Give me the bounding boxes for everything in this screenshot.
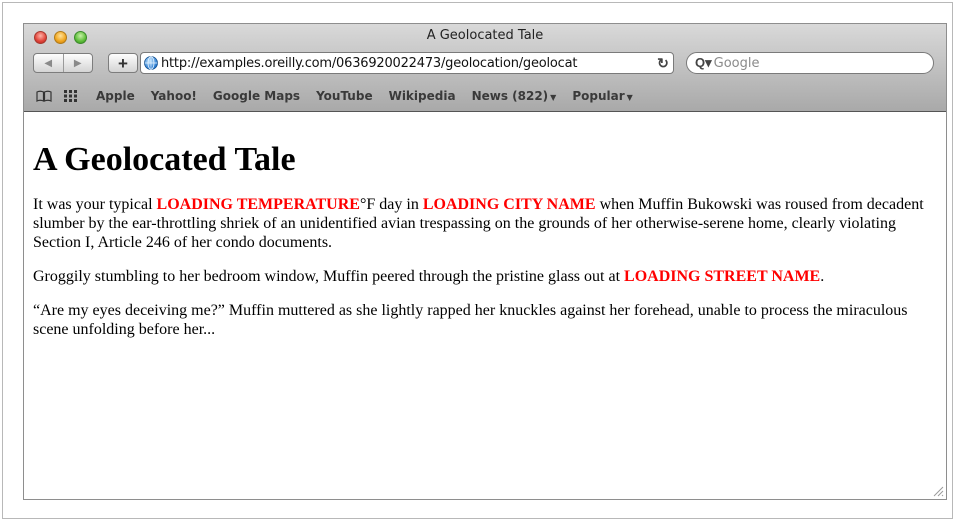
reload-icon[interactable]: ↻	[653, 55, 673, 72]
chevron-down-icon: ▼	[550, 93, 557, 102]
bookmark-yahoo[interactable]: Yahoo!	[151, 89, 197, 103]
browser-chrome: A Geolocated Tale ◀ ▶ + http://examples.…	[24, 24, 946, 112]
story-paragraph-3: “Are my eyes deceiving me?” Muffin mutte…	[33, 301, 936, 339]
loading-temperature: LOADING TEMPERATURE	[156, 196, 360, 214]
back-arrow-icon: ◀	[44, 57, 53, 69]
bookmark-news-menu[interactable]: News (822) ▼	[472, 89, 557, 103]
bookmark-youtube[interactable]: YouTube	[316, 89, 373, 103]
globe-icon	[144, 56, 158, 70]
add-bookmark-button[interactable]: +	[108, 53, 138, 73]
bookmark-popular-label: Popular	[572, 89, 625, 103]
browser-window: A Geolocated Tale ◀ ▶ + http://examples.…	[23, 23, 947, 500]
forward-button[interactable]: ▶	[62, 54, 93, 72]
p2-text-2: .	[820, 268, 825, 286]
bookmark-google-maps[interactable]: Google Maps	[213, 89, 300, 103]
bookmarks-bar: Apple Yahoo! Google Maps YouTube Wikiped…	[24, 85, 946, 107]
search-icon[interactable]: Q▾	[695, 55, 712, 71]
story-paragraph-1: It was your typical LOADING TEMPERATURE°…	[33, 195, 936, 252]
back-forward-group: ◀ ▶	[33, 53, 93, 73]
forward-arrow-icon: ▶	[73, 57, 82, 69]
loading-city-name: LOADING CITY NAME	[422, 196, 596, 214]
bookmark-apple[interactable]: Apple	[96, 89, 135, 103]
window-title: A Geolocated Tale	[426, 28, 544, 43]
search-box[interactable]: Q▾	[686, 52, 934, 74]
story-paragraph-2: Groggily stumbling to her bedroom window…	[33, 267, 936, 286]
search-input[interactable]	[713, 55, 914, 71]
book-icon[interactable]	[36, 90, 52, 102]
p1-text-2: °F day in	[359, 196, 423, 214]
page-heading: A Geolocated Tale	[33, 141, 296, 178]
page-content: A Geolocated Tale It was your typical LO…	[24, 111, 946, 499]
chevron-down-icon: ▼	[626, 93, 633, 102]
loading-street-name: LOADING STREET NAME	[624, 268, 821, 286]
plus-icon: +	[118, 53, 128, 73]
resize-grip-icon[interactable]	[932, 485, 944, 497]
p3-text-1: “Are my eyes deceiving me?” Muffin mutte…	[33, 302, 908, 339]
address-bar[interactable]: http://examples.oreilly.com/063692002247…	[140, 52, 674, 74]
bookmark-wikipedia[interactable]: Wikipedia	[389, 89, 456, 103]
bookmark-news-label: News (822)	[471, 89, 549, 103]
grid-icon[interactable]	[64, 90, 78, 102]
back-button[interactable]: ◀	[34, 54, 63, 72]
address-url[interactable]: http://examples.oreilly.com/063692002247…	[161, 56, 653, 71]
p2-text-1: Groggily stumbling to her bedroom window…	[33, 268, 625, 286]
p1-text-1: It was your typical	[33, 196, 157, 214]
bookmark-popular-menu[interactable]: Popular ▼	[572, 89, 632, 103]
